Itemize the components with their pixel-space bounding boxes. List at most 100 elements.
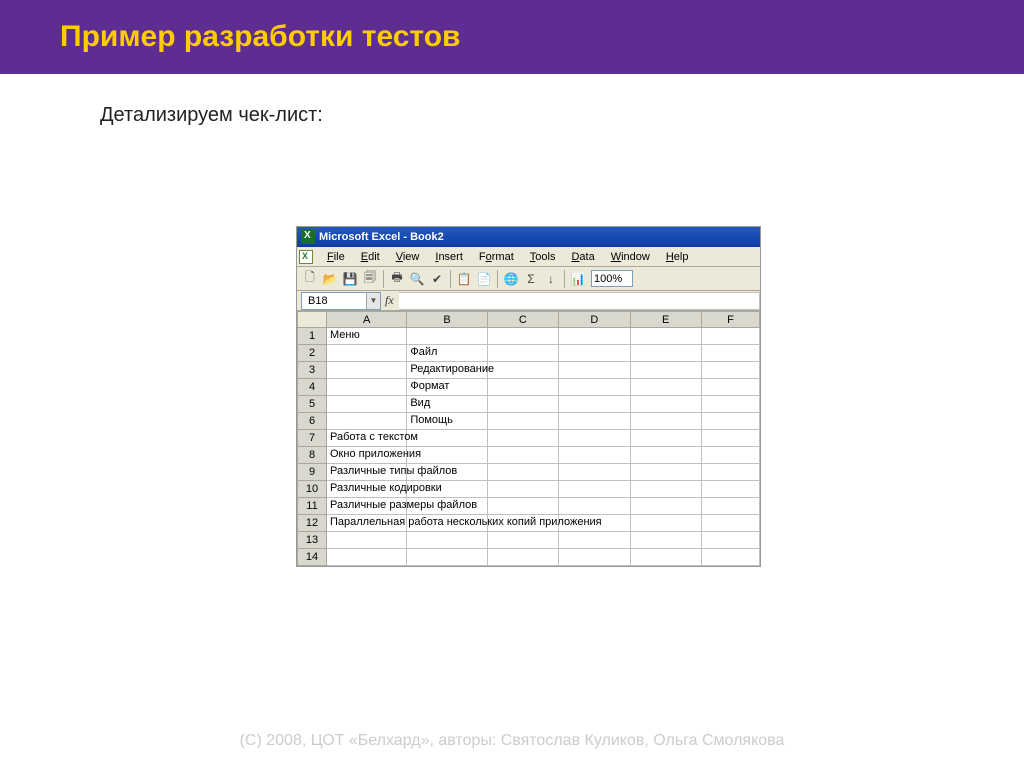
cell[interactable]: Различные размеры файлов <box>327 498 407 515</box>
cell[interactable] <box>327 532 407 549</box>
menu-insert[interactable]: Insert <box>427 249 471 265</box>
row-header[interactable]: 5 <box>298 396 327 413</box>
cell[interactable] <box>701 464 759 481</box>
name-box[interactable]: B18 ▼ <box>301 292 381 310</box>
cell[interactable] <box>487 413 558 430</box>
cell[interactable] <box>701 362 759 379</box>
menu-window[interactable]: Window <box>603 249 658 265</box>
row-header[interactable]: 6 <box>298 413 327 430</box>
row-header[interactable]: 14 <box>298 549 327 566</box>
fx-icon[interactable]: fx <box>381 293 399 308</box>
cell[interactable] <box>559 328 630 345</box>
cell[interactable] <box>701 396 759 413</box>
cell[interactable] <box>407 532 487 549</box>
row-header[interactable]: 13 <box>298 532 327 549</box>
menu-view[interactable]: View <box>388 249 428 265</box>
cell[interactable] <box>701 379 759 396</box>
menu-file[interactable]: File <box>319 249 353 265</box>
cell[interactable] <box>487 328 558 345</box>
cell[interactable] <box>559 396 630 413</box>
cell[interactable] <box>701 481 759 498</box>
cell[interactable] <box>630 447 701 464</box>
row-header[interactable]: 4 <box>298 379 327 396</box>
cell[interactable]: Работа с текстом <box>327 430 407 447</box>
new-icon[interactable]: 🗋 <box>301 270 319 288</box>
cell[interactable] <box>487 362 558 379</box>
cell[interactable] <box>559 464 630 481</box>
cell[interactable] <box>630 464 701 481</box>
cell[interactable] <box>559 549 630 566</box>
row-header[interactable]: 12 <box>298 515 327 532</box>
save-icon[interactable]: 💾 <box>341 270 359 288</box>
col-header-F[interactable]: F <box>701 312 759 328</box>
col-header-A[interactable]: A <box>327 312 407 328</box>
cell[interactable] <box>407 430 487 447</box>
cell[interactable] <box>559 379 630 396</box>
cell[interactable] <box>559 532 630 549</box>
cell[interactable] <box>701 345 759 362</box>
menu-data[interactable]: Data <box>563 249 602 265</box>
cell[interactable] <box>630 532 701 549</box>
cell[interactable] <box>487 379 558 396</box>
cell[interactable] <box>630 549 701 566</box>
menu-tools[interactable]: Tools <box>522 249 564 265</box>
cell[interactable] <box>327 413 407 430</box>
cell[interactable]: Файл <box>407 345 487 362</box>
cell[interactable]: Параллельная работа нескольких копий при… <box>327 515 407 532</box>
cell[interactable] <box>407 328 487 345</box>
cell[interactable] <box>630 362 701 379</box>
cell[interactable] <box>701 549 759 566</box>
cell[interactable] <box>559 430 630 447</box>
cell[interactable] <box>630 515 701 532</box>
menu-edit[interactable]: Edit <box>353 249 388 265</box>
cell[interactable] <box>630 481 701 498</box>
cell[interactable] <box>630 345 701 362</box>
cell[interactable] <box>630 498 701 515</box>
row-header[interactable]: 3 <box>298 362 327 379</box>
cell[interactable] <box>327 379 407 396</box>
spelling-icon[interactable]: ✔ <box>428 270 446 288</box>
cell[interactable] <box>327 549 407 566</box>
cell[interactable] <box>487 447 558 464</box>
cell[interactable] <box>559 345 630 362</box>
row-header[interactable]: 1 <box>298 328 327 345</box>
cell[interactable] <box>327 362 407 379</box>
cell[interactable]: Вид <box>407 396 487 413</box>
cell[interactable] <box>701 498 759 515</box>
row-header[interactable]: 7 <box>298 430 327 447</box>
cell[interactable] <box>487 532 558 549</box>
menu-help[interactable]: Help <box>658 249 697 265</box>
cell[interactable] <box>407 549 487 566</box>
row-header[interactable]: 10 <box>298 481 327 498</box>
col-header-B[interactable]: B <box>407 312 487 328</box>
cell[interactable]: Различные типы файлов <box>327 464 407 481</box>
permission-icon[interactable]: 🗐 <box>361 270 379 288</box>
cell[interactable]: Редактирование <box>407 362 487 379</box>
row-header[interactable]: 9 <box>298 464 327 481</box>
cell[interactable] <box>630 413 701 430</box>
cell[interactable]: Окно приложения <box>327 447 407 464</box>
cell[interactable] <box>487 498 558 515</box>
cell[interactable] <box>630 328 701 345</box>
autosum-icon[interactable]: Σ <box>522 270 540 288</box>
sort-icon[interactable]: ↓ <box>542 270 560 288</box>
print-icon[interactable]: 🖶 <box>388 270 406 288</box>
cell[interactable] <box>487 464 558 481</box>
paste-icon[interactable]: 📄 <box>475 270 493 288</box>
cell[interactable] <box>630 396 701 413</box>
name-box-dropdown-icon[interactable]: ▼ <box>366 293 380 309</box>
cell[interactable] <box>559 498 630 515</box>
row-header[interactable]: 11 <box>298 498 327 515</box>
cell[interactable] <box>487 481 558 498</box>
cell[interactable] <box>487 396 558 413</box>
print-preview-icon[interactable]: 🔍 <box>408 270 426 288</box>
formula-input[interactable] <box>399 292 760 310</box>
cell[interactable]: Различные кодировки <box>327 481 407 498</box>
cell[interactable] <box>487 430 558 447</box>
chart-icon[interactable]: 📊 <box>569 270 587 288</box>
select-all-corner[interactable] <box>298 312 327 328</box>
cell[interactable] <box>701 515 759 532</box>
hyperlink-icon[interactable]: 🌐 <box>502 270 520 288</box>
cell[interactable] <box>630 379 701 396</box>
cell[interactable] <box>701 447 759 464</box>
